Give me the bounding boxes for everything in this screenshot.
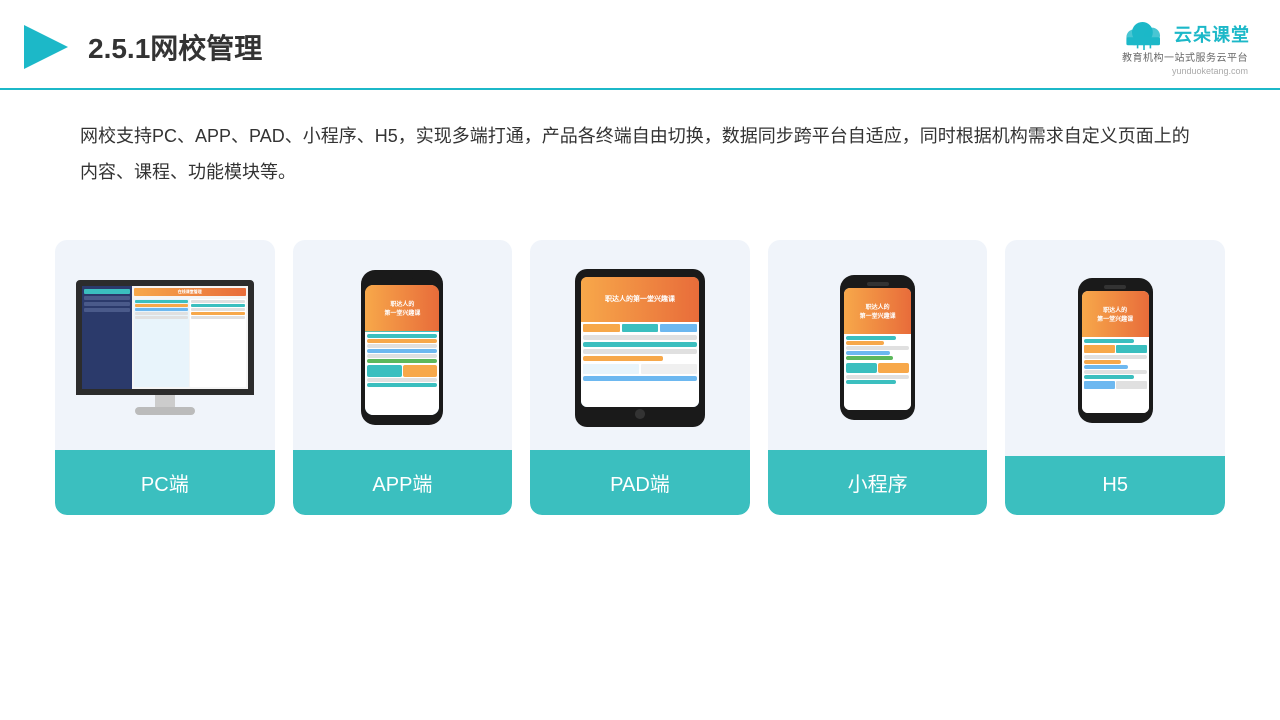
card-image-app: 职达人的第一堂兴趣课 [293,240,513,450]
card-h5: 职达人的第一堂兴趣课 [1005,240,1225,515]
card-image-pad: 职达人的第一堂兴趣课 [530,240,750,450]
card-label-h5: H5 [1005,456,1225,515]
cards-container: 在线课堂管理 [0,210,1280,545]
monitor-device: 在线课堂管理 [76,280,254,415]
card-image-mini: 职达人的第一堂兴趣课 [768,240,988,450]
card-pad: 职达人的第一堂兴趣课 [530,240,750,515]
card-pc: 在线课堂管理 [55,240,275,515]
cloud-icon [1120,18,1168,50]
card-app: 职达人的第一堂兴趣课 [293,240,513,515]
phone-device-app: 职达人的第一堂兴趣课 [361,270,443,425]
card-image-pc: 在线课堂管理 [55,240,275,450]
header-left: 2.5.1网校管理 [20,21,262,73]
card-mini: 职达人的第一堂兴趣课 [768,240,988,515]
play-icon [20,21,72,73]
description: 网校支持PC、APP、PAD、小程序、H5，实现多端打通，产品各终端自由切换，数… [0,90,1280,200]
logo-area: 云朵课堂 教育机构一站式服务云平台 yunduoketang.com [1120,18,1250,76]
phone-device-h5: 职达人的第一堂兴趣课 [1078,278,1153,423]
phone-device-mini: 职达人的第一堂兴趣课 [840,275,915,420]
monitor-screen: 在线课堂管理 [76,280,254,395]
card-label-mini: 小程序 [768,450,988,515]
card-label-pc: PC端 [55,450,275,515]
card-image-h5: 职达人的第一堂兴趣课 [1005,240,1225,456]
logo-cloud: 云朵课堂 [1120,18,1250,50]
logo-sub: 教育机构一站式服务云平台 [1122,52,1248,66]
card-label-pad: PAD端 [530,450,750,515]
card-label-app: APP端 [293,450,513,515]
page-title: 2.5.1网校管理 [88,27,262,67]
header: 2.5.1网校管理 云朵课堂 教育机构一站式服务云平台 yunduoketang… [0,0,1280,90]
tablet-device: 职达人的第一堂兴趣课 [575,269,705,427]
logo-text: 云朵课堂 [1174,21,1250,47]
logo-url: yunduoketang.com [1172,66,1248,76]
